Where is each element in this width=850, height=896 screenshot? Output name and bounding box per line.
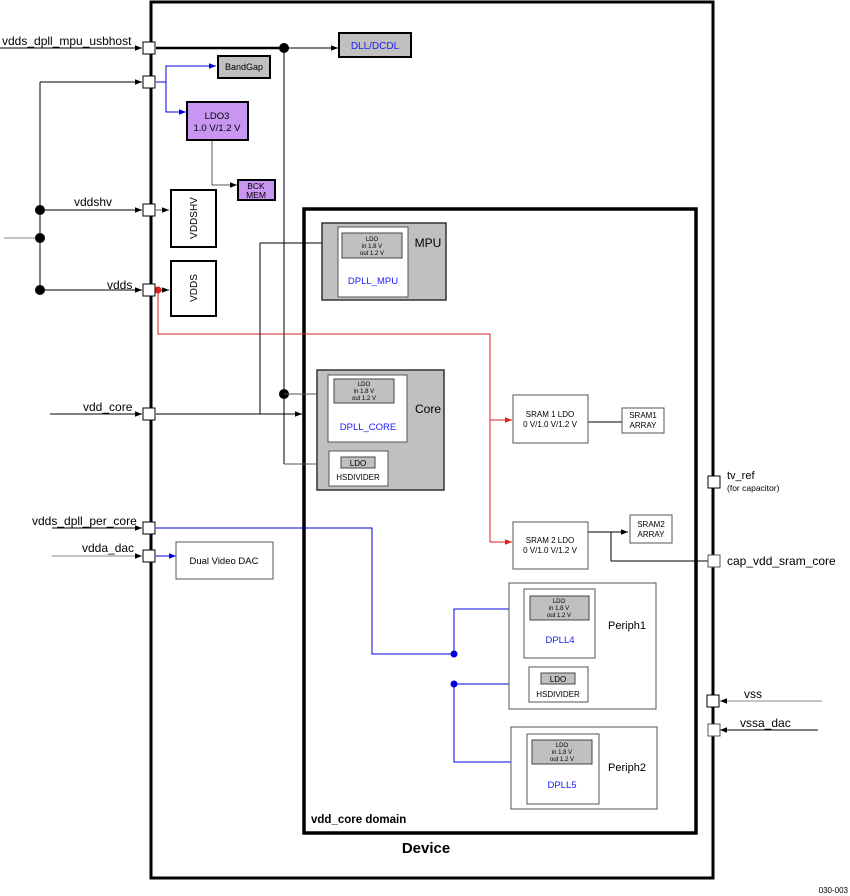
power-diagram: vdd_core domain Device 030-003 vdds_dpll… [0, 0, 849, 895]
ldo3-voltage: 1.0 V/1.2 V [193, 123, 241, 134]
device-label: Device [402, 840, 450, 857]
pin-vddshv [142, 203, 156, 217]
dpll4-label: DPLL4 [545, 635, 574, 646]
hsdivider-periph-label: HSDIVIDER [536, 690, 580, 699]
sram1-array-label-1: SRAM1 [629, 411, 657, 420]
hsdivider-core-label: HSDIVIDER [336, 473, 380, 482]
pin-vdda-dac [142, 549, 156, 563]
ldo-title: LDO [358, 382, 371, 388]
wire-to-ldo3 [165, 82, 186, 115]
ldo-out: out 1.2 V [547, 613, 571, 619]
dpll-core-label: DPLL_CORE [340, 422, 397, 433]
vddshv-block-label: VDDSHV [189, 197, 200, 239]
vdds-block-label: VDDS [189, 274, 200, 302]
ldo-label: LDO [350, 459, 366, 468]
pin-cap-vdd-sram-core [707, 554, 721, 568]
sram1-array-label-2: ARRAY [630, 421, 658, 430]
core-label: Core [415, 402, 441, 416]
pin-vdds [142, 283, 156, 297]
sram2-ldo-label: SRAM 2 LDO [526, 536, 574, 545]
pin-label-vddshv: vddshv [74, 195, 112, 209]
ldo3-label: LDO3 [205, 111, 230, 122]
pin-label-vssa-dac: vssa_dac [740, 716, 791, 730]
pin-label-vss: vss [744, 687, 762, 701]
pin-label-vdds-dpll-mpu-usbhost: vdds_dpll_mpu_usbhost [2, 34, 132, 48]
pin-tv-ref [707, 475, 721, 489]
wire-ldo3-to-bck [211, 140, 237, 188]
periph2-label: Periph2 [608, 762, 646, 774]
wire-to-bandgap [156, 63, 216, 83]
ldo-in: in 1.8 V [354, 389, 374, 395]
sram1-ldo-voltage: 0 V/1.0 V/1.2 V [523, 420, 577, 429]
pin-label-vdds-dpll-per-core: vdds_dpll_per_core [32, 514, 137, 528]
sram2-array-label-1: SRAM2 [637, 520, 665, 529]
dpll5-label: DPLL5 [547, 780, 576, 791]
pin-bandgap-supply [142, 75, 156, 89]
pin-label-vdd-core: vdd_core [83, 400, 133, 414]
pin-vdds-dpll-per-core [142, 521, 156, 535]
pin-vdd-core [142, 407, 156, 421]
vdd-core-domain-label: vdd_core domain [311, 814, 406, 826]
sram2-array-label-2: ARRAY [638, 530, 666, 539]
pin-vssa-dac [707, 723, 721, 737]
pin-vss [706, 694, 720, 708]
pin-label-vdda-dac: vdda_dac [82, 541, 134, 555]
bck-mem-label-2: MEM [246, 190, 266, 200]
ldo-title: LDO [366, 237, 379, 243]
periph1-label: Periph1 [608, 620, 646, 632]
ldo-out: out 1.2 V [360, 251, 384, 257]
bandgap-label: BandGap [225, 62, 263, 72]
dpll-mpu-label: DPLL_MPU [348, 276, 398, 287]
ldo-in: in 1.8 V [362, 244, 382, 250]
ldo-out: out 1.2 V [352, 396, 376, 402]
sram2-ldo-voltage: 0 V/1.0 V/1.2 V [523, 546, 577, 555]
pin-label-vdds: vdds [107, 278, 132, 292]
mpu-label: MPU [415, 236, 442, 250]
dual-video-dac-label: Dual Video DAC [189, 556, 258, 567]
ldo-in: in 1.8 V [552, 750, 572, 756]
ldo-in: in 1.8 V [549, 606, 569, 612]
pin-label-tv-ref: tv_ref [727, 470, 755, 482]
ldo-title: LDO [553, 599, 566, 605]
sram1-ldo-label: SRAM 1 LDO [526, 410, 574, 419]
ldo-title: LDO [556, 743, 569, 749]
sram1-ldo-block [512, 394, 589, 444]
pin-label-tv-ref-note: (for capacitor) [727, 483, 780, 493]
figure-id: 030-003 [819, 886, 849, 895]
wire-sram2-ldo-supply [489, 420, 512, 545]
pin-label-cap-vdd-sram-core: cap_vdd_sram_core [727, 554, 836, 568]
junction-dot [35, 233, 45, 243]
dll-dcdl-label: DLL/DCDL [351, 41, 400, 52]
ldo-out: out 1.2 V [550, 757, 574, 763]
pin-vdds-dpll-mpu-usbhost [142, 41, 156, 55]
ldo-label: LDO [550, 675, 566, 684]
